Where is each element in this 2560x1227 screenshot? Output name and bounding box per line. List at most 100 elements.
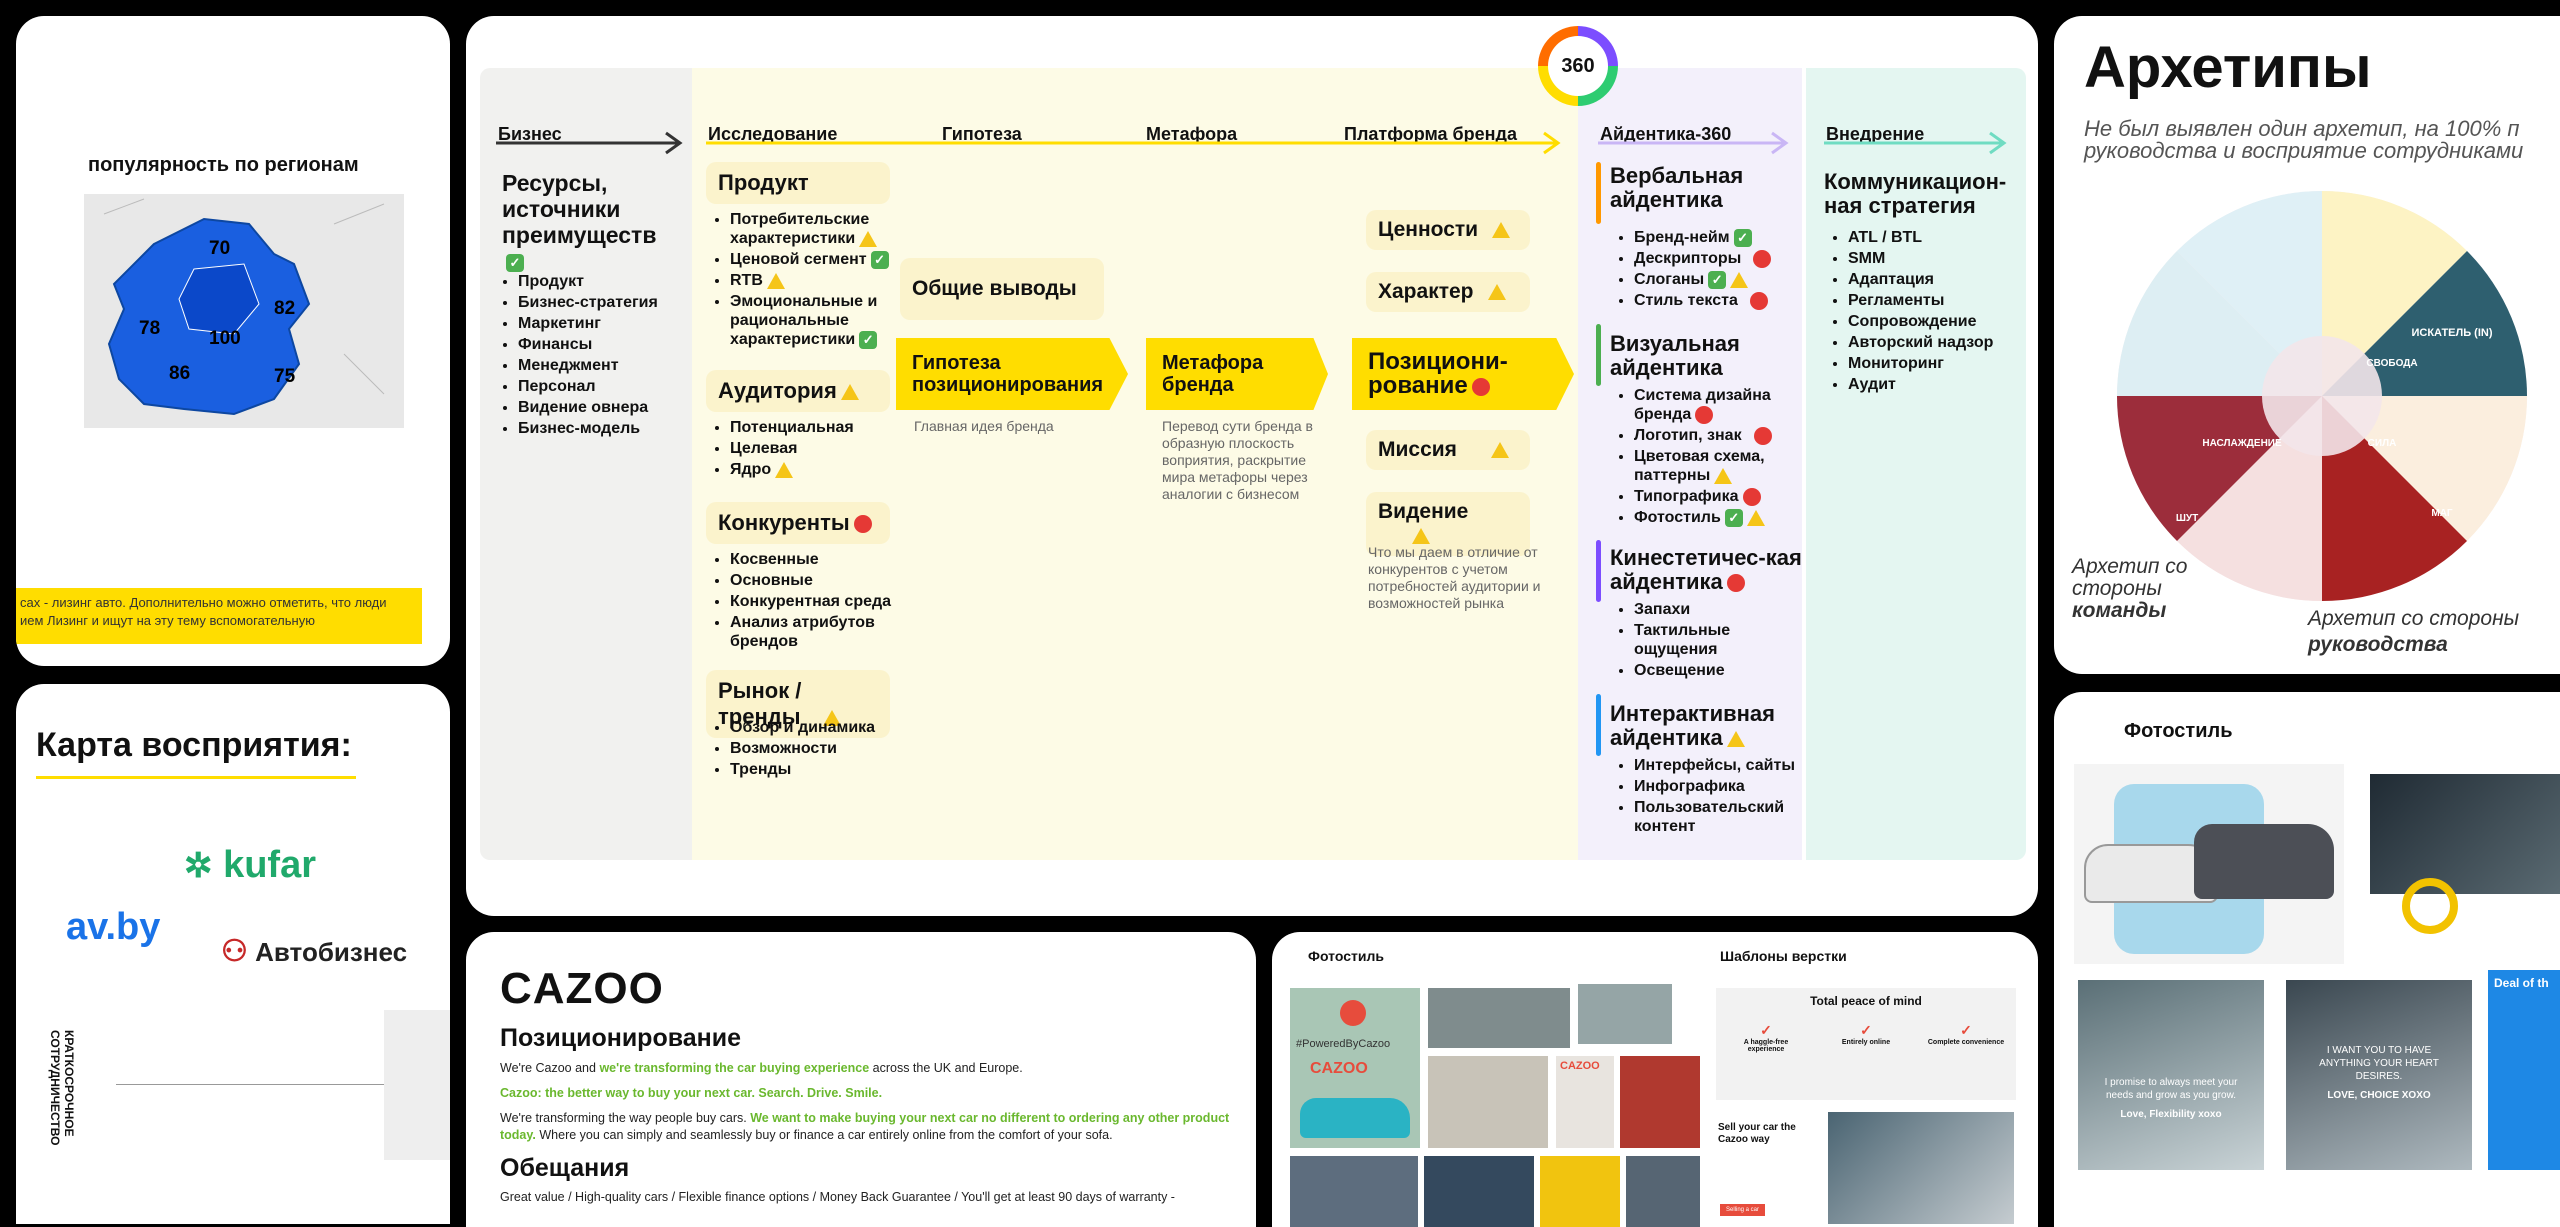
- axis-box: [384, 1010, 450, 1160]
- paragraph: We're transforming the way people buy ca…: [500, 1111, 1230, 1142]
- perception-card: Карта восприятия: ✲ kufar av.by ⚇ Автоби…: [16, 684, 450, 1224]
- banner-text: Deal of th: [2494, 976, 2549, 990]
- promises-text: Great value / High-quality cars / Flexib…: [500, 1190, 1175, 1204]
- axis-label-line: КРАТКОСРОЧНОЕ: [62, 1030, 76, 1137]
- list-item: Интерфейсы, сайты: [1634, 756, 1824, 775]
- warning-icon: [1412, 528, 1430, 545]
- region-label: 86: [169, 363, 190, 384]
- template-sell: Sell your car the Cazoo way Selling a ca…: [1716, 1108, 2016, 1227]
- stop-icon: [1753, 426, 1772, 445]
- general-conclusions-chip: Общие выводы: [900, 258, 1104, 320]
- kinesthetic-bar: [1596, 540, 1601, 602]
- perception-title: Карта восприятия:: [36, 726, 352, 764]
- region-label: 82: [274, 298, 295, 319]
- label-line: Архетип со: [2072, 555, 2188, 578]
- list-item: Бизнес-модель: [518, 419, 658, 438]
- stop-icon: [853, 515, 872, 534]
- region-map: 70 82 78 100 86 75: [84, 194, 404, 428]
- values-chip: Ценности: [1366, 210, 1530, 250]
- kufar-logo: ✲ kufar: [184, 844, 316, 887]
- stop-icon: [1753, 249, 1772, 268]
- check-icon: ✓: [1733, 228, 1752, 247]
- check-icon: ✓: [1960, 1022, 1972, 1038]
- list-item: Авторский надзор: [1848, 333, 1993, 352]
- sell-button[interactable]: Selling a car: [1720, 1204, 1766, 1216]
- list-item: Видение овнера: [518, 398, 658, 417]
- list-item: Сопровождение: [1848, 312, 1993, 331]
- list-item: Целевая: [730, 439, 854, 458]
- avtobiznes-logo: ⚇ Автобизнес: [221, 934, 407, 969]
- cazoo-positioning-card: CAZOO Позиционирование We're Cazoo and w…: [466, 932, 1256, 1227]
- regions-card: популярность по регионам 70 82 78 100 86…: [16, 16, 450, 666]
- platform-note: Что мы даем в отличие от конкурентов с у…: [1368, 544, 1541, 611]
- positioning-block: Позициони-рование: [1352, 338, 1574, 410]
- photo-caption: I promise to always meet your needs and …: [2104, 1077, 2238, 1101]
- archetypes-subtitle: Не был выявлен один архетип, на 100% п р…: [2084, 118, 2523, 162]
- list-item: Маркетинг: [518, 314, 658, 333]
- photo-tile: [1620, 1056, 1700, 1148]
- hypothesis-note: Главная идея бренда: [914, 418, 1054, 434]
- promise-photo-2: I WANT YOU TO HAVE ANYTHING YOUR HEART D…: [2286, 980, 2472, 1170]
- check-icon: ✓: [506, 253, 524, 272]
- driver-photo: [2370, 774, 2560, 934]
- metaphor-block: Метафора бренда: [1146, 338, 1328, 410]
- feature-label: Entirely online: [1841, 1039, 1891, 1046]
- archetypes-card: Архетипы Не был выявлен один архетип, на…: [2054, 16, 2560, 674]
- subtitle-line: Не был выявлен один архетип, на 100% п: [2084, 116, 2520, 141]
- stop-icon: [1742, 487, 1761, 506]
- regions-footer: сах - лизинг авто. Дополнительно можно о…: [16, 588, 422, 644]
- warning-icon: [1487, 284, 1506, 301]
- check-icon: ✓: [1724, 508, 1743, 527]
- list-item: Потребительские характеристики: [730, 210, 930, 248]
- warning-icon: [840, 384, 859, 401]
- warning-icon: [1746, 509, 1765, 526]
- powered-tile: #PoweredByCazoo CAZOO: [1290, 988, 1420, 1148]
- list-item: Продукт: [518, 272, 658, 291]
- visual-bar: [1596, 324, 1601, 386]
- kinesthetic-title: Кинестетичес-кая айдентика: [1610, 545, 1802, 594]
- business-title: Ресурсы, источники преимуществ ✓: [502, 170, 672, 274]
- check-icon: ✓: [1708, 270, 1727, 289]
- title-underline: [36, 776, 356, 779]
- positioning-text: We're Cazoo and we're transforming the c…: [500, 1060, 1240, 1144]
- photo-caption: Love, Flexibility xoxo: [2120, 1109, 2222, 1120]
- car-photo: [2074, 764, 2344, 964]
- lead-archetype-label: Архетип со стороны руководства: [2308, 606, 2519, 658]
- implementation-list: ATL / BTL SMM Адаптация Регламенты Сопро…: [1826, 228, 1993, 396]
- list-item: Тактильные ощущения: [1634, 621, 1794, 659]
- list-item: Персонал: [518, 377, 658, 396]
- list-item: Возможности: [730, 739, 875, 758]
- list-item: Ядро: [730, 460, 854, 479]
- wheel-label: МАГ: [2431, 508, 2453, 519]
- team-archetype-label: Архетип со стороны команды: [2072, 556, 2187, 622]
- photo-tile: [1540, 1156, 1620, 1227]
- axis-label-line: СОТРУДНИЧЕСТВО: [48, 1030, 62, 1146]
- archetype-wheel: ИСКАТЕЛЬ (IN) СВОБОДА СИЛА МАГ НАСЛАЖДЕН…: [2117, 190, 2527, 601]
- region-label: 100: [209, 328, 241, 349]
- interactive-title: Интерактивная айдентика: [1610, 701, 1775, 750]
- list-item: Запахи: [1634, 600, 1794, 619]
- region-label: 78: [139, 318, 160, 339]
- archetypes-title: Архетипы: [2084, 35, 2372, 100]
- verbal-title: Вербальная айдентика: [1610, 163, 1744, 212]
- interactive-bar: [1596, 694, 1601, 756]
- list-item: Стиль текста: [1634, 291, 1771, 310]
- check-icon: ✓: [1760, 1022, 1772, 1038]
- label-line: Архетип со стороны: [2308, 607, 2520, 630]
- warning-icon: [1492, 222, 1511, 239]
- market-list: Обзор и динамика Возможности Тренды: [708, 718, 875, 781]
- belarus-map: 70 82 78 100 86 75: [103, 198, 385, 416]
- list-item: Бренд-нейм✓: [1634, 228, 1771, 247]
- photo-tile: [1424, 1156, 1534, 1227]
- list-item: Мониторинг: [1848, 354, 1993, 373]
- wheel-label: ИСКАТЕЛЬ (IN): [2411, 327, 2492, 339]
- template-peace: Total peace of mind ✓ A haggle-free exper…: [1716, 988, 2016, 1100]
- photostyle-right-card: Фотостиль I promise to always meet your …: [2054, 692, 2560, 1227]
- verbal-bar: [1596, 162, 1601, 224]
- photo-tile: [1428, 1056, 1548, 1148]
- powered-text: #PoweredByCazoo: [1296, 1038, 1391, 1050]
- paragraph: We're Cazoo and we're transforming the c…: [500, 1061, 1023, 1075]
- avby-logo: av.by: [66, 906, 161, 948]
- deal-banner: Deal of th: [2488, 970, 2560, 1170]
- list-item: Основные: [730, 571, 920, 590]
